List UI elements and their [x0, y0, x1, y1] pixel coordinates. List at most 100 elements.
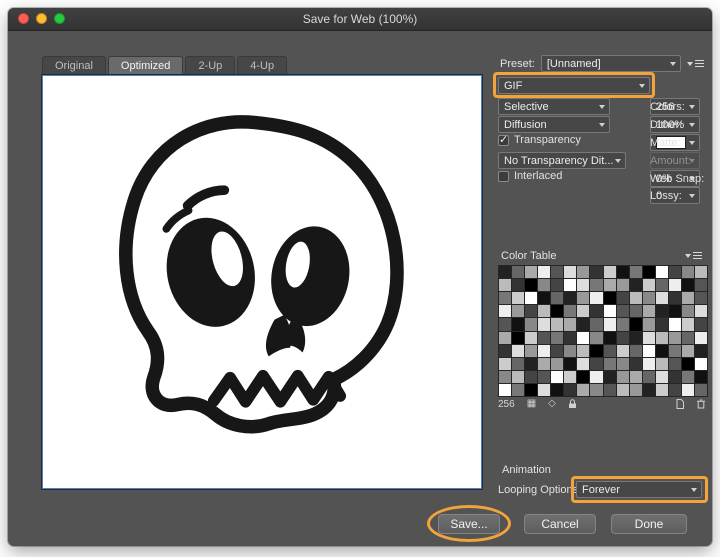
- color-swatch[interactable]: [590, 292, 603, 305]
- image-preview[interactable]: [42, 75, 482, 489]
- color-swatch[interactable]: [564, 370, 577, 383]
- color-swatch[interactable]: [512, 357, 525, 370]
- new-color-icon[interactable]: [676, 399, 684, 409]
- color-swatch[interactable]: [525, 279, 538, 292]
- color-swatch[interactable]: [538, 305, 551, 318]
- color-swatch[interactable]: [499, 292, 512, 305]
- color-swatch[interactable]: [538, 370, 551, 383]
- color-swatch[interactable]: [603, 318, 616, 331]
- color-swatch[interactable]: [642, 292, 655, 305]
- color-swatch[interactable]: [603, 344, 616, 357]
- color-swatch[interactable]: [564, 331, 577, 344]
- color-swatch[interactable]: [499, 318, 512, 331]
- color-swatch[interactable]: [642, 318, 655, 331]
- color-swatch[interactable]: [590, 266, 603, 279]
- color-swatch[interactable]: [564, 279, 577, 292]
- color-swatch[interactable]: [616, 305, 629, 318]
- color-swatch[interactable]: [512, 331, 525, 344]
- color-swatch[interactable]: [681, 318, 694, 331]
- color-swatch[interactable]: [538, 344, 551, 357]
- color-swatch[interactable]: [551, 357, 564, 370]
- color-swatch[interactable]: [629, 357, 642, 370]
- color-swatch[interactable]: [616, 344, 629, 357]
- color-swatch[interactable]: [681, 383, 694, 396]
- color-swatch[interactable]: [603, 331, 616, 344]
- color-swatch[interactable]: [681, 292, 694, 305]
- color-swatch[interactable]: [642, 266, 655, 279]
- color-swatch[interactable]: [616, 331, 629, 344]
- color-swatch[interactable]: [616, 266, 629, 279]
- tab-2up[interactable]: 2-Up: [185, 56, 236, 76]
- color-swatch[interactable]: [694, 266, 707, 279]
- color-swatch[interactable]: [629, 305, 642, 318]
- save-button[interactable]: Save...: [438, 514, 500, 534]
- color-swatch[interactable]: [577, 305, 590, 318]
- color-swatch[interactable]: [538, 318, 551, 331]
- optimize-panel-menu-icon[interactable]: [687, 60, 704, 67]
- color-swatch[interactable]: [577, 279, 590, 292]
- cancel-button[interactable]: Cancel: [524, 514, 596, 534]
- color-swatch[interactable]: [564, 292, 577, 305]
- color-swatch[interactable]: [538, 266, 551, 279]
- color-swatch[interactable]: [525, 344, 538, 357]
- transparency-dither-dropdown[interactable]: No Transparency Dit...: [498, 152, 626, 169]
- color-swatch[interactable]: [512, 292, 525, 305]
- color-swatch[interactable]: [681, 344, 694, 357]
- color-swatch[interactable]: [499, 331, 512, 344]
- color-swatch[interactable]: [512, 305, 525, 318]
- color-swatch[interactable]: [499, 279, 512, 292]
- color-swatch[interactable]: [694, 292, 707, 305]
- color-swatch[interactable]: [499, 305, 512, 318]
- color-swatch[interactable]: [694, 279, 707, 292]
- color-swatch[interactable]: [616, 318, 629, 331]
- color-swatch[interactable]: [577, 266, 590, 279]
- color-swatch[interactable]: [577, 331, 590, 344]
- window-titlebar[interactable]: Save for Web (100%): [8, 8, 712, 31]
- color-swatch[interactable]: [577, 318, 590, 331]
- color-swatch[interactable]: [694, 305, 707, 318]
- color-swatch[interactable]: [512, 383, 525, 396]
- color-swatch[interactable]: [590, 305, 603, 318]
- color-swatch[interactable]: [655, 266, 668, 279]
- color-swatch[interactable]: [603, 279, 616, 292]
- color-swatch[interactable]: [564, 266, 577, 279]
- color-swatch[interactable]: [629, 331, 642, 344]
- color-swatch[interactable]: [577, 370, 590, 383]
- color-swatch[interactable]: [590, 344, 603, 357]
- color-swatch[interactable]: [616, 370, 629, 383]
- color-swatch[interactable]: [668, 305, 681, 318]
- color-swatch[interactable]: [538, 292, 551, 305]
- color-swatch[interactable]: [694, 383, 707, 396]
- color-table-grid[interactable]: [498, 265, 708, 397]
- color-swatch[interactable]: [668, 292, 681, 305]
- color-swatch[interactable]: [668, 318, 681, 331]
- color-swatch[interactable]: [512, 318, 525, 331]
- color-swatch[interactable]: [642, 331, 655, 344]
- color-swatch[interactable]: [694, 318, 707, 331]
- color-swatch[interactable]: [629, 292, 642, 305]
- color-swatch[interactable]: [629, 266, 642, 279]
- color-swatch[interactable]: [694, 370, 707, 383]
- color-swatch[interactable]: [512, 279, 525, 292]
- color-swatch[interactable]: [642, 357, 655, 370]
- color-swatch[interactable]: [538, 357, 551, 370]
- color-swatch[interactable]: [551, 370, 564, 383]
- color-swatch[interactable]: [525, 383, 538, 396]
- color-swatch[interactable]: [512, 266, 525, 279]
- color-swatch[interactable]: [603, 266, 616, 279]
- color-swatch[interactable]: [681, 279, 694, 292]
- color-swatch[interactable]: [603, 305, 616, 318]
- color-swatch[interactable]: [499, 357, 512, 370]
- color-swatch[interactable]: [681, 331, 694, 344]
- color-swatch[interactable]: [681, 266, 694, 279]
- color-swatch[interactable]: [525, 318, 538, 331]
- color-swatch[interactable]: [642, 383, 655, 396]
- tab-original[interactable]: Original: [42, 56, 106, 76]
- color-swatch[interactable]: [642, 344, 655, 357]
- color-swatch[interactable]: [668, 279, 681, 292]
- color-swatch[interactable]: [681, 357, 694, 370]
- color-swatch[interactable]: [603, 357, 616, 370]
- color-swatch[interactable]: [538, 383, 551, 396]
- color-swatch[interactable]: [499, 266, 512, 279]
- color-swatch[interactable]: [681, 305, 694, 318]
